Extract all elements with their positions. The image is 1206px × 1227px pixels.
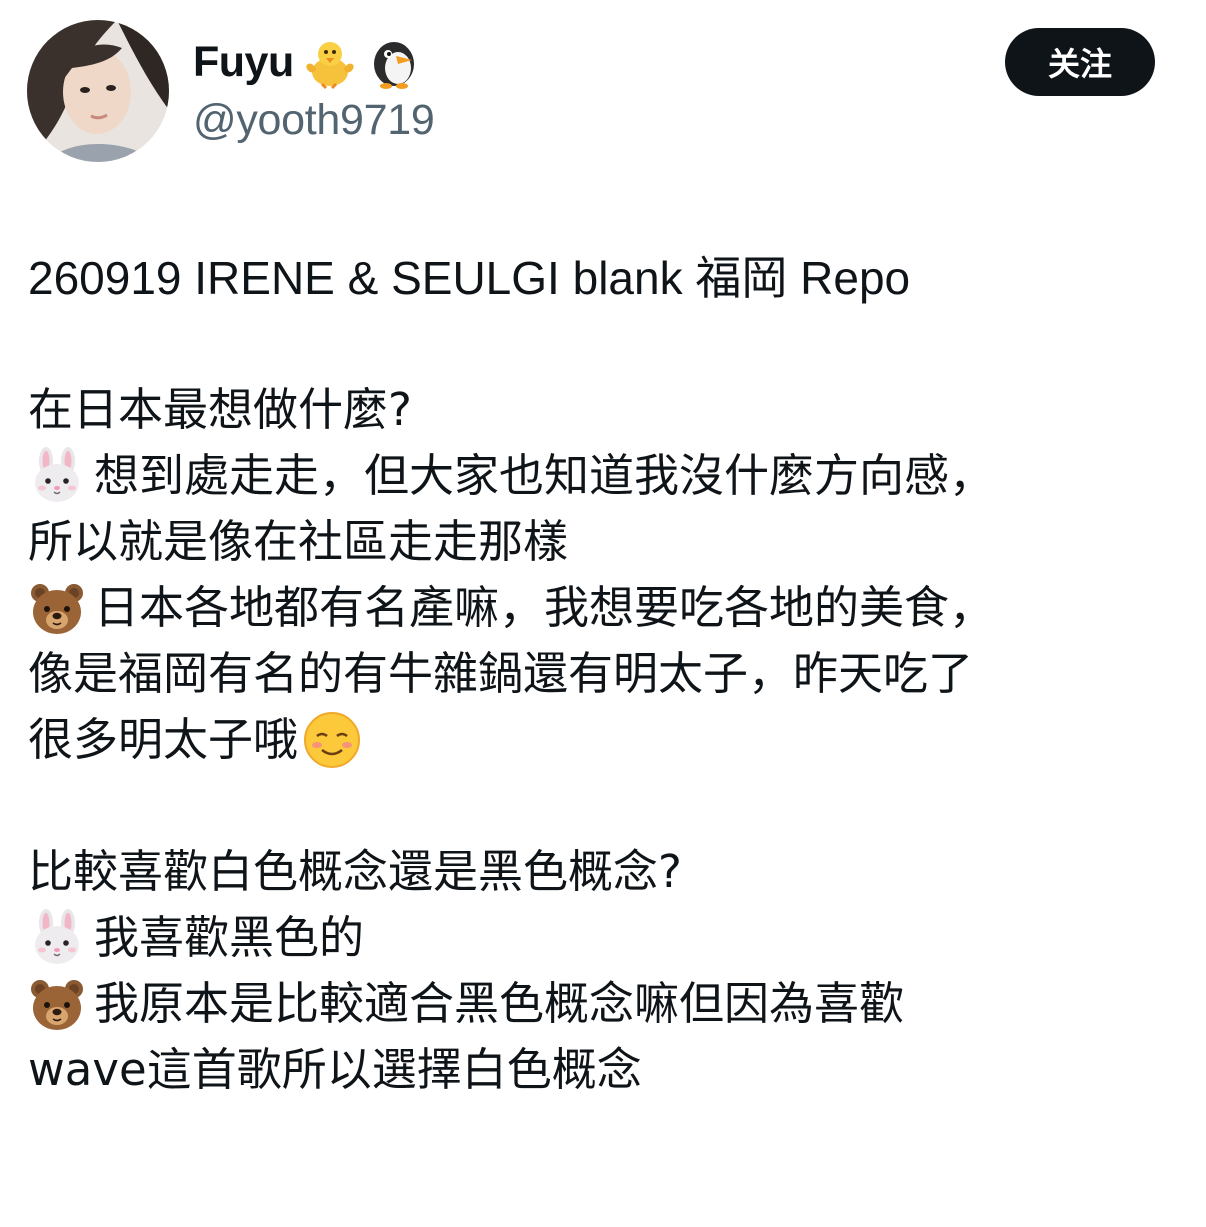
follow-button[interactable]: 关注	[1005, 28, 1155, 96]
post-text-line: 所以就是像在社區走走那樣	[28, 509, 1178, 575]
post-text: 我原本是比較適合黑色概念嘛但因為喜歡	[94, 977, 905, 1030]
post-text-line: 我原本是比較適合黑色概念嘛但因為喜歡	[28, 971, 1178, 1037]
smiling-face-icon	[302, 710, 362, 770]
rabbit-face-icon	[28, 447, 86, 505]
post-text: 日本各地都有名產嘛，我想要吃各地的美食，	[94, 581, 995, 634]
post-text: 很多明太子哦	[28, 713, 299, 766]
post-title-line: 260919 IRENE & SEULGI blank 福岡 Repo	[28, 245, 1178, 311]
post-text-line: 像是福岡有名的有牛雜鍋還有明太子，昨天吃了	[28, 641, 1178, 707]
post-text: wave這首歌所以選擇白色概念	[28, 1043, 642, 1096]
post-text-line: 我喜歡黑色的	[28, 905, 1178, 971]
name-row: Fuyu	[193, 34, 422, 90]
post-text: 260919 IRENE & SEULGI blank 福岡 Repo	[28, 252, 911, 304]
post-text-line: 在日本最想做什麼?	[28, 377, 1178, 443]
bear-face-icon	[28, 579, 86, 637]
post-text-line: 比較喜歡白色概念還是黑色概念?	[28, 839, 1178, 905]
post-text: 在日本最想做什麼?	[28, 383, 412, 436]
post-text-line: 很多明太子哦	[28, 707, 1178, 773]
post-text-line: wave這首歌所以選擇白色概念	[28, 1037, 1178, 1103]
post-text-line: 日本各地都有名產嘛，我想要吃各地的美食，	[28, 575, 1178, 641]
user-handle[interactable]: @yooth9719	[193, 96, 435, 145]
display-name[interactable]: Fuyu	[193, 38, 294, 87]
post-text: 想到處走走，但大家也知道我沒什麼方向感，	[94, 449, 995, 502]
post-text-line: 想到處走走，但大家也知道我沒什麼方向感，	[28, 443, 1178, 509]
baby-chick-icon	[302, 34, 358, 90]
rabbit-face-icon	[28, 909, 86, 967]
penguin-icon	[366, 34, 422, 90]
avatar-photo	[27, 20, 169, 162]
bear-face-icon	[28, 975, 86, 1033]
post-body: 260919 IRENE & SEULGI blank 福岡 Repo 在日本最想…	[28, 245, 1178, 1103]
post-text: 我喜歡黑色的	[94, 911, 365, 964]
post-text: 比較喜歡白色概念還是黑色概念?	[28, 845, 682, 898]
post-text: 所以就是像在社區走走那樣	[28, 515, 569, 568]
avatar[interactable]	[27, 20, 169, 162]
post-header: Fuyu @yooth9719 关注	[0, 0, 1206, 190]
post-text: 像是福岡有名的有牛雜鍋還有明太子，昨天吃了	[28, 647, 974, 700]
